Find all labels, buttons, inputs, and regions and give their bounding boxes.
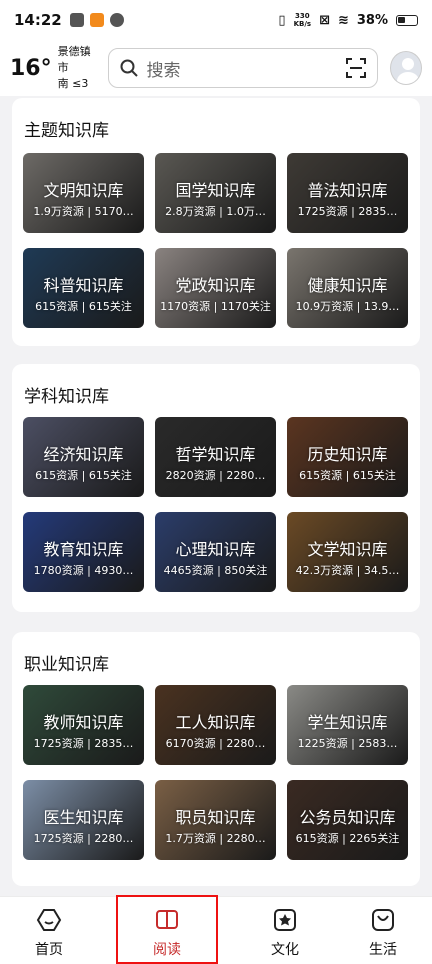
wifi-icon: ≋ — [337, 12, 349, 28]
bottom-nav: 首页 阅读 文化 生活 — [0, 895, 432, 964]
card-gongwuyuan[interactable]: 公务员知识库 615资源 | 2265关注 — [287, 780, 408, 860]
app-badge-icon — [89, 13, 104, 27]
book-icon — [156, 910, 178, 929]
card-wenming[interactable]: 文明知识库 1.9万资源 | 5170… — [23, 153, 144, 233]
card-jiaoshi[interactable]: 教师知识库 1725资源 | 2835… — [23, 685, 144, 765]
culture-star-icon — [274, 909, 296, 931]
network-speed: 330 KB/s — [293, 12, 312, 28]
library-content: 主题知识库 文明知识库 1.9万资源 | 5170… 国学知识库 2.8万资源 | … — [0, 96, 432, 896]
wind-info: 南 ≤3 — [57, 77, 89, 90]
avatar[interactable] — [389, 51, 422, 85]
no-sim-icon: ⊠ — [319, 12, 330, 28]
card-wenxue[interactable]: 文学知识库 42.3万资源 | 34.5… — [287, 512, 408, 592]
city-name: 景德镇市 — [57, 45, 91, 74]
card-jiankang[interactable]: 健康知识库 10.9万资源 | 13.9… — [287, 248, 408, 328]
card-pufa[interactable]: 普法知识库 1725资源 | 2835… — [287, 153, 408, 233]
section-career: 职业知识库 教师知识库 1725资源 | 2835… 工人知识库 6170资源 | … — [12, 632, 420, 886]
status-time: 14:22 — [14, 11, 62, 29]
card-xinli[interactable]: 心理知识库 4465资源 | 850关注 — [155, 512, 276, 592]
card-kepu[interactable]: 科普知识库 615资源 | 615关注 — [23, 248, 144, 328]
life-bag-icon — [372, 909, 394, 931]
top-header: 16° 景德镇市 南 ≤3 搜索 — [0, 40, 432, 96]
search-placeholder: 搜索 — [146, 60, 181, 81]
card-jingji[interactable]: 经济知识库 615资源 | 615关注 — [23, 417, 144, 497]
card-xuesheng[interactable]: 学生知识库 1225资源 | 2583… — [287, 685, 408, 765]
scan-icon[interactable] — [345, 57, 367, 79]
card-lishi[interactable]: 历史知识库 615资源 | 615关注 — [287, 417, 408, 497]
nav-life[interactable]: 生活 — [334, 897, 432, 964]
status-bar: 14:22 ▯ 330 KB/s ⊠ ≋ 38% — [0, 0, 432, 40]
app-grid-icon — [109, 13, 124, 27]
section-subject: 学科知识库 经济知识库 615资源 | 615关注 哲学知识库 2820资源 | 2… — [12, 364, 420, 612]
card-yisheng[interactable]: 医生知识库 1725资源 | 2280… — [23, 780, 144, 860]
nav-culture[interactable]: 文化 — [236, 897, 334, 964]
search-bar[interactable]: 搜索 — [107, 48, 378, 88]
nav-read[interactable]: 阅读 — [116, 895, 218, 964]
section-theme: 主题知识库 文明知识库 1.9万资源 | 5170… 国学知识库 2.8万资源 | … — [12, 98, 420, 346]
card-zhiyuan[interactable]: 职员知识库 1.7万资源 | 2280… — [155, 780, 276, 860]
card-gongren[interactable]: 工人知识库 6170资源 | 2280… — [155, 685, 276, 765]
card-jiaoyu[interactable]: 教育知识库 1780资源 | 4930… — [23, 512, 144, 592]
card-guoxue[interactable]: 国学知识库 2.8万资源 | 1.0万… — [155, 153, 276, 233]
vibrate-icon: ▯ — [278, 12, 286, 28]
card-zhexue[interactable]: 哲学知识库 2820资源 | 2280… — [155, 417, 276, 497]
weather-location[interactable]: 景德镇市 南 ≤3 — [58, 44, 100, 92]
home-icon — [36, 909, 62, 931]
nav-home[interactable]: 首页 — [0, 897, 98, 964]
section-title: 主题知识库 — [24, 121, 109, 141]
section-title: 学科知识库 — [24, 387, 109, 407]
temperature: 16° — [10, 55, 52, 81]
battery-icon — [396, 14, 418, 26]
card-dangzheng[interactable]: 党政知识库 1170资源 | 1170关注 — [155, 248, 276, 328]
search-icon — [120, 59, 138, 77]
battery-percent: 38% — [356, 12, 388, 28]
section-title: 职业知识库 — [24, 655, 109, 675]
notification-icon — [69, 13, 84, 27]
